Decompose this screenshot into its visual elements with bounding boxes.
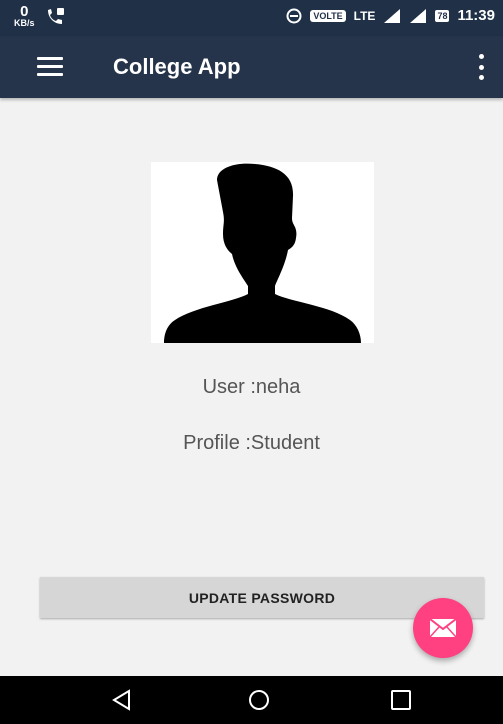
status-bar: 0 KB/s VOLTE LTE 78 11:39 [0, 0, 503, 36]
email-fab[interactable] [413, 598, 473, 658]
user-silhouette-icon [164, 163, 361, 343]
profile-type-label: Profile :Student [183, 432, 320, 454]
home-icon[interactable] [246, 688, 272, 712]
app-bar: College App [0, 36, 503, 98]
lte-label: LTE [353, 8, 376, 23]
volte-badge: VOLTE [310, 9, 346, 22]
user-name-label: User :neha [202, 376, 301, 398]
back-icon[interactable] [109, 688, 135, 712]
signal-icon-2 [410, 8, 427, 23]
battery-icon: 78 [435, 9, 450, 22]
app-title: College App [113, 54, 241, 79]
recents-icon[interactable] [388, 688, 414, 712]
clock: 11:39 [457, 7, 495, 24]
network-speed-unit: KB/s [14, 18, 35, 28]
menu-icon[interactable] [37, 57, 63, 77]
network-speed: 0 KB/s [14, 4, 35, 28]
email-icon [429, 618, 457, 638]
navigation-bar [0, 676, 503, 724]
signal-icon [384, 8, 401, 23]
network-speed-value: 0 [20, 3, 29, 20]
do-not-disturb-icon [286, 8, 302, 23]
profile-avatar [151, 162, 374, 343]
more-options-icon[interactable] [476, 54, 486, 80]
wifi-calling-icon [47, 8, 64, 24]
